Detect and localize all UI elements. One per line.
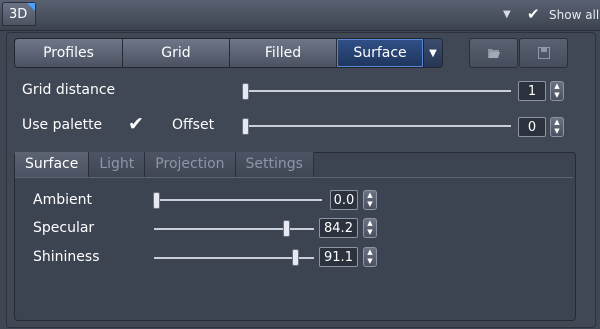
open-button[interactable] [469, 38, 518, 68]
segment-filled[interactable]: Filled [230, 39, 337, 67]
tab-settings[interactable]: Settings [235, 152, 314, 177]
use-palette-checkbox[interactable]: ✔ [128, 113, 144, 135]
show-all-label[interactable]: Show all [549, 8, 599, 22]
shininess-slider-thumb[interactable] [292, 249, 299, 266]
shininess-label: Shininess [33, 249, 100, 265]
window-title: 3D [9, 7, 28, 22]
surface-dropdown-icon[interactable]: ▼ [423, 39, 442, 67]
offset-slider-track[interactable] [243, 125, 511, 127]
specular-label: Specular [33, 220, 95, 236]
segment-profiles[interactable]: Profiles [15, 39, 123, 67]
offset-label: Offset [172, 117, 215, 133]
save-icon [537, 47, 550, 59]
specular-spinner[interactable]: ▲ ▼ [363, 218, 377, 238]
mode-segmented-control: Profiles Grid Filled Surface ▼ [14, 38, 443, 68]
grid-distance-label: Grid distance [22, 82, 116, 98]
tab-bar: Surface Light Projection Settings [15, 152, 314, 177]
ambient-slider-thumb[interactable] [153, 192, 160, 209]
ambient-spinner[interactable]: ▲ ▼ [363, 190, 377, 210]
shininess-slider-track[interactable] [154, 257, 314, 259]
tab-corner-marker [27, 3, 35, 11]
window-tab[interactable]: 3D [2, 2, 36, 26]
checkmark-icon[interactable]: ✔ [527, 5, 540, 23]
ambient-slider-track[interactable] [154, 199, 322, 201]
offset-value[interactable]: 0 [518, 117, 546, 137]
grid-distance-value[interactable]: 1 [518, 81, 546, 101]
tab-divider [15, 177, 573, 178]
save-button[interactable] [519, 38, 568, 68]
tab-surface[interactable]: Surface [15, 152, 90, 177]
offset-spinner[interactable]: ▲ ▼ [550, 117, 564, 137]
specular-slider-thumb[interactable] [283, 220, 290, 237]
tab-light[interactable]: Light [89, 152, 146, 177]
open-icon [487, 49, 500, 58]
tab-projection[interactable]: Projection [145, 152, 236, 177]
segment-surface[interactable]: Surface [337, 39, 423, 67]
ambient-value[interactable]: 0.0 [330, 190, 358, 210]
grid-distance-slider-track[interactable] [243, 90, 511, 92]
use-palette-label: Use palette [22, 117, 103, 133]
dropdown-arrow-icon[interactable]: ▼ [503, 9, 513, 20]
specular-value[interactable]: 84.2 [319, 218, 358, 238]
specular-slider-track[interactable] [154, 228, 314, 230]
ambient-label: Ambient [33, 192, 92, 208]
grid-distance-spinner[interactable]: ▲ ▼ [550, 81, 564, 101]
offset-slider-thumb[interactable] [242, 118, 249, 135]
grid-distance-slider-thumb[interactable] [242, 83, 249, 100]
shininess-value[interactable]: 91.1 [319, 247, 358, 267]
segment-grid[interactable]: Grid [123, 39, 230, 67]
shininess-spinner[interactable]: ▲ ▼ [363, 247, 377, 267]
